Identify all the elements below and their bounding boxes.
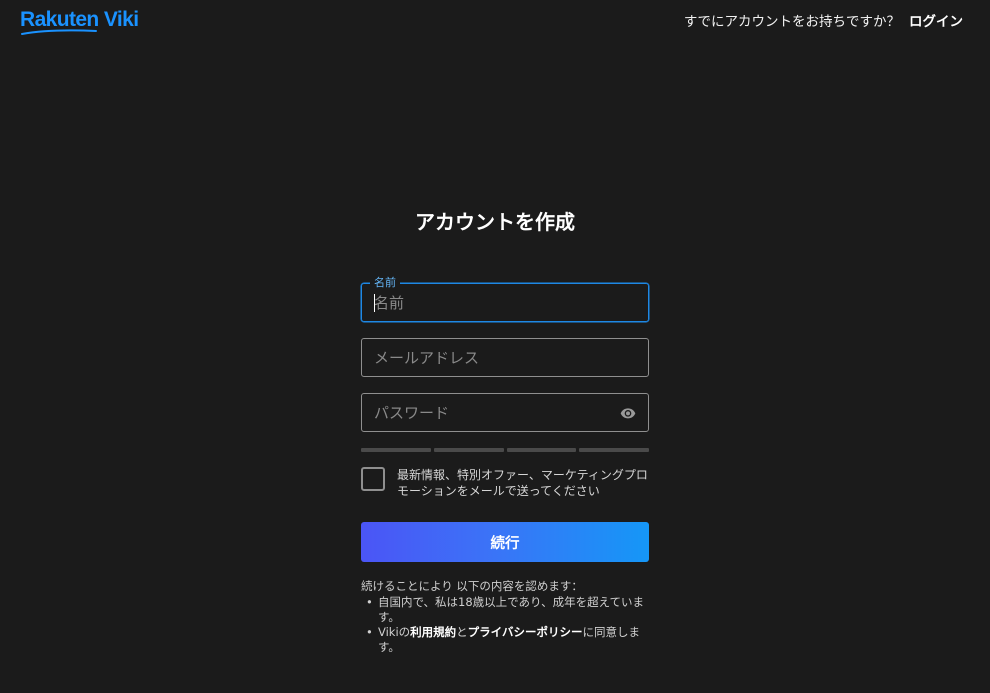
name-field[interactable]: 名前	[361, 276, 649, 322]
signup-form: 名前 最新情報、特別オファー、マーケティングプロモーションをメールで送ってくださ…	[361, 276, 649, 655]
rakuten-viki-logo[interactable]: Rakuten Viki	[20, 6, 152, 36]
marketing-optin: 最新情報、特別オファー、マーケティングプロモーションをメールで送ってください	[361, 467, 649, 499]
strength-segment	[361, 448, 431, 452]
privacy-policy-link[interactable]: プライバシーポリシー	[468, 625, 583, 639]
account-exists-text: すでにアカウントをお持ちですか？	[683, 14, 900, 30]
strength-segment	[433, 448, 504, 452]
logo-swoosh-icon	[21, 29, 97, 35]
terms-list: 自国内で、私は18歳以上であり、成年を超えています。 Vikiの利用規約とプライ…	[361, 595, 649, 655]
text-caret	[374, 294, 375, 312]
terms-item-policies: Vikiの利用規約とプライバシーポリシーに同意します。	[361, 625, 649, 655]
page-title: アカウントを作成	[415, 210, 575, 234]
eye-icon[interactable]	[619, 405, 637, 421]
terms-prefix: Vikiの	[378, 625, 411, 639]
terms-notice: 続けることにより 以下の内容を認めます： 自国内で、私は18歳以上であり、成年を…	[361, 579, 649, 655]
terms-item-age-text: 自国内で、私は18歳以上であり、成年を超えています。	[378, 595, 645, 624]
strength-segment	[579, 448, 649, 452]
continue-button[interactable]: 続行	[361, 522, 649, 562]
email-field[interactable]	[361, 338, 649, 377]
password-field[interactable]	[361, 393, 649, 432]
email-input[interactable]	[362, 339, 648, 376]
header-login-prompt: すでにアカウントをお持ちですか？ ログイン	[684, 12, 963, 32]
password-input[interactable]	[362, 394, 648, 431]
strength-segment	[506, 448, 577, 452]
marketing-optin-checkbox[interactable]	[361, 467, 385, 491]
terms-mid: と	[456, 625, 468, 639]
terms-item-age: 自国内で、私は18歳以上であり、成年を超えています。	[361, 595, 649, 625]
name-input[interactable]	[362, 284, 648, 321]
password-strength-meter	[361, 448, 649, 452]
marketing-optin-text: 最新情報、特別オファー、マーケティングプロモーションをメールで送ってください	[397, 468, 648, 498]
login-link[interactable]: ログイン	[909, 12, 963, 32]
name-field-label: 名前	[370, 276, 400, 290]
signup-page: Rakuten Viki すでにアカウントをお持ちですか？ ログイン アカウント…	[0, 0, 990, 693]
terms-intro: 続けることにより 以下の内容を認めます：	[361, 579, 583, 593]
terms-of-use-link[interactable]: 利用規約	[410, 625, 456, 639]
